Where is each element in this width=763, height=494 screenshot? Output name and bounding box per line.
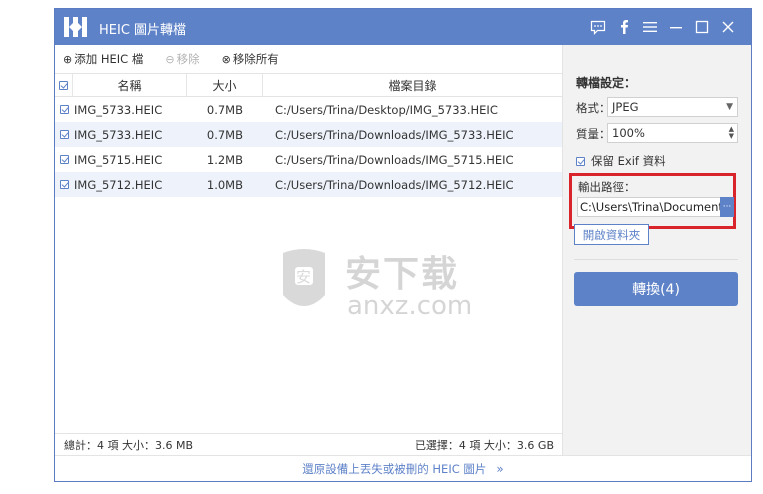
row-file-path: C:/Users/Trina/Downloads/IMG_5733.HEIC: [275, 127, 514, 142]
facebook-icon[interactable]: [611, 15, 637, 39]
menu-icon[interactable]: [637, 15, 663, 39]
row-file-name: IMG_5715.HEIC: [74, 152, 163, 167]
footer-bar: 還原設備上丟失或被刪的 HEIC 圖片 »: [55, 455, 751, 481]
minus-circle-icon: ⊖: [165, 52, 175, 66]
column-header-name[interactable]: 名稱: [73, 74, 187, 96]
select-all-checkbox[interactable]: [55, 74, 73, 96]
row-file-size: 1.0MB: [206, 177, 243, 192]
row-file-path: C:/Users/Trina/Downloads/IMG_5712.HEIC: [275, 177, 514, 192]
checkbox-icon: [59, 155, 69, 164]
checkbox-icon: [59, 130, 69, 139]
row-checkbox[interactable]: [55, 180, 73, 189]
watermark-title: 安下载: [345, 254, 460, 295]
convert-button[interactable]: 轉換(4): [574, 272, 738, 306]
chevron-down-icon: ▼: [726, 102, 733, 112]
checkbox-icon: [59, 105, 69, 114]
table-row[interactable]: IMG_5715.HEIC 1.2MB C:/Users/Trina/Downl…: [55, 147, 562, 172]
recover-link-label: 還原設備上丟失或被刪的 HEIC 圖片: [302, 461, 487, 476]
quality-label: 質量：: [576, 127, 611, 141]
settings-title: 轉檔設定：: [576, 76, 637, 90]
status-total: 總計：4 項 大小：3.6 MB: [64, 438, 194, 452]
row-file-path: C:/Users/Trina/Downloads/IMG_5715.HEIC: [275, 152, 514, 167]
window-title: HEIC 圖片轉檔: [99, 23, 187, 38]
checkbox-icon: [59, 180, 69, 189]
column-header-size[interactable]: 大小: [187, 74, 263, 96]
row-checkbox[interactable]: [55, 105, 73, 114]
stepper-down-icon[interactable]: ▼: [729, 133, 734, 140]
double-chevron-right-icon: »: [496, 461, 504, 476]
recover-link[interactable]: 還原設備上丟失或被刪的 HEIC 圖片 »: [302, 461, 504, 477]
output-path-label: 輸出路徑：: [578, 180, 636, 194]
row-file-size: 1.2MB: [206, 152, 243, 167]
quality-value: 100%: [612, 126, 645, 140]
add-heic-button[interactable]: ⊕ 添加 HEIC 檔: [63, 51, 143, 67]
output-path-input[interactable]: C:\Users\Trina\Documents\: [577, 197, 721, 217]
row-file-name: IMG_5733.HEIC: [74, 102, 163, 117]
file-toolbar: ⊕ 添加 HEIC 檔 ⊖ 移除 ⊗ 移除所有: [55, 45, 562, 73]
divider: [574, 259, 738, 260]
output-path-highlight: 輸出路徑： C:\Users\Trina\Documents\ ···: [569, 173, 736, 229]
format-label: 格式：: [576, 101, 611, 115]
row-checkbox[interactable]: [55, 155, 73, 164]
quality-stepper[interactable]: 100% ▲ ▼: [607, 123, 738, 143]
format-select[interactable]: JPEG ▼: [607, 97, 738, 117]
row-file-size: 0.7MB: [206, 127, 243, 142]
remove-button[interactable]: ⊖ 移除: [165, 51, 199, 67]
table-header: 名稱 大小 檔案目錄: [55, 73, 562, 97]
remove-all-label: 移除所有: [232, 52, 279, 66]
table-row[interactable]: IMG_5712.HEIC 1.0MB C:/Users/Trina/Downl…: [55, 172, 562, 197]
status-bar: 總計：4 項 大小：3.6 MB 已選擇：4 項 大小：3.6 GB: [55, 433, 562, 455]
maximize-icon[interactable]: [689, 15, 715, 39]
table-row[interactable]: IMG_5733.HEIC 0.7MB C:/Users/Trina/Deskt…: [55, 97, 562, 122]
keep-exif-label: 保留 Exif 資料: [591, 154, 666, 168]
remove-all-button[interactable]: ⊗ 移除所有: [222, 51, 279, 67]
row-file-name: IMG_5712.HEIC: [74, 177, 163, 192]
watermark-badge: 安: [296, 268, 312, 286]
close-icon[interactable]: [715, 15, 741, 39]
app-logo-icon: [64, 17, 87, 37]
open-folder-button[interactable]: 開啟資料夾: [574, 224, 649, 245]
row-file-path: C:/Users/Trina/Desktop/IMG_5733.HEIC: [275, 102, 498, 117]
title-bar: HEIC 圖片轉檔: [55, 9, 751, 45]
keep-exif-checkbox[interactable]: 保留 Exif 資料: [576, 153, 666, 169]
feedback-icon[interactable]: [585, 15, 611, 39]
app-window: HEIC 圖片轉檔 ⊕ 添加 HEIC 檔 ⊖ 移除 ⊗ 移除所有 名稱 大小 …: [54, 8, 752, 482]
browse-button[interactable]: ···: [720, 197, 734, 217]
row-file-size: 0.7MB: [206, 102, 243, 117]
settings-panel: 轉檔設定： 格式： JPEG ▼ 質量： 100% ▲ ▼ 保留 Exif 資料…: [562, 45, 751, 455]
row-file-name: IMG_5733.HEIC: [74, 127, 163, 142]
add-heic-label: 添加 HEIC 檔: [74, 52, 144, 66]
plus-circle-icon: ⊕: [63, 52, 73, 66]
format-value: JPEG: [612, 100, 639, 114]
column-header-path[interactable]: 檔案目錄: [263, 74, 562, 96]
table-row[interactable]: IMG_5733.HEIC 0.7MB C:/Users/Trina/Downl…: [55, 122, 562, 147]
watermark: 安 安下载 anxz.com: [273, 245, 498, 325]
minimize-icon[interactable]: [663, 15, 689, 39]
checkbox-icon: [59, 80, 68, 90]
status-selected: 已選擇：4 項 大小：3.6 GB: [414, 438, 554, 452]
file-panel: ⊕ 添加 HEIC 檔 ⊖ 移除 ⊗ 移除所有 名稱 大小 檔案目錄 IMG_5…: [55, 45, 562, 481]
file-table: 名稱 大小 檔案目錄 IMG_5733.HEIC 0.7MB C:/Users/…: [55, 73, 562, 197]
watermark-url: anxz.com: [347, 291, 473, 321]
row-checkbox[interactable]: [55, 130, 73, 139]
remove-label: 移除: [176, 52, 200, 66]
x-circle-icon: ⊗: [221, 52, 231, 66]
checkbox-icon: [576, 156, 585, 166]
